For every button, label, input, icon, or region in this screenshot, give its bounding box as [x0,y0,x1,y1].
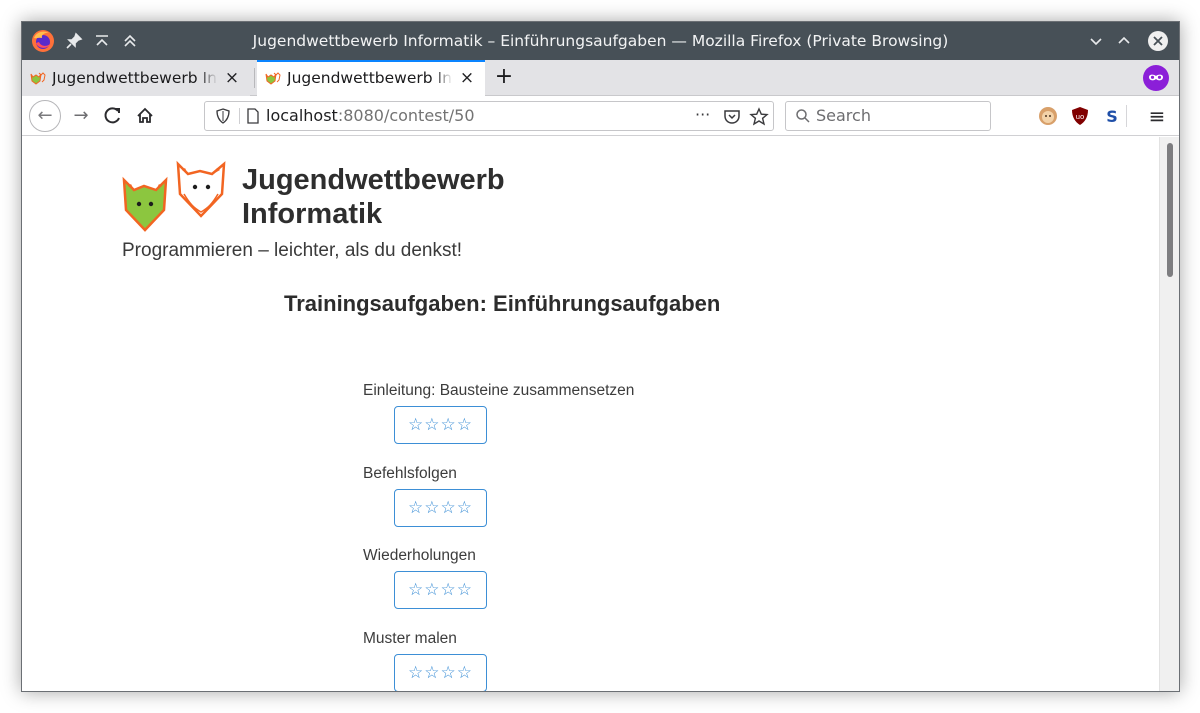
tab-label: Jugendwettbewerb Informatik [52,69,222,87]
task-stars-button[interactable]: ☆☆☆☆ [394,406,487,444]
tab-jugendwettbewerb-1[interactable]: Jugendwettbewerb Informatik × [22,60,250,96]
task-stars-button[interactable]: ☆☆☆☆ [394,571,487,609]
url-text[interactable]: localhost:8080/contest/50 [266,102,475,130]
maximize-icon[interactable] [1114,31,1134,51]
vertical-scrollbar[interactable] [1159,137,1179,691]
ublock-icon[interactable]: uo [1069,105,1091,127]
search-bar[interactable]: Search [785,101,991,131]
tab-label: Jugendwettbewerb Informatik [287,69,457,87]
task-title: Wiederholungen [363,547,476,564]
fox-favicon-icon [265,72,281,85]
pin-icon[interactable] [64,31,84,51]
tracking-shield-icon[interactable] [215,108,231,124]
task-title: Muster malen [363,630,457,647]
page-icon[interactable] [245,108,261,124]
task-item: Befehlsfolgen ☆☆☆☆ [363,464,487,527]
search-icon [796,109,810,123]
new-tab-button[interactable]: + [492,66,516,90]
title-bar: Jugendwettbewerb Informatik – Einführung… [22,22,1179,60]
svg-text:uo: uo [1076,113,1085,121]
navigation-toolbar: ← → localhost:8080/contest/50 ··· Search… [22,96,1179,136]
tab-separator [254,68,255,88]
browser-window: Jugendwettbewerb Informatik – Einführung… [21,21,1180,692]
task-item: Muster malen ☆☆☆☆ [363,629,487,691]
minimize-icon[interactable] [1086,31,1106,51]
window-title: Jugendwettbewerb Informatik – Einführung… [252,32,949,50]
url-host: localhost [266,106,338,125]
home-icon [137,107,153,123]
keep-above-icon[interactable] [92,31,112,51]
menu-button[interactable]: ≡ [1142,101,1172,131]
site-tagline: Programmieren – leichter, als du denkst! [122,240,463,261]
keep-above-alt-icon[interactable] [120,31,140,51]
home-button[interactable] [130,101,160,131]
tab-close-icon[interactable]: × [457,68,477,88]
bookmark-star-icon[interactable] [749,107,769,127]
tab-jugendwettbewerb-2[interactable]: Jugendwettbewerb Informatik × [257,60,485,97]
task-title: Einleitung: Bausteine zusammensetzen [363,382,635,399]
reload-button[interactable] [98,101,128,131]
back-button[interactable]: ← [29,100,61,132]
scrollbar-thumb[interactable] [1167,143,1173,277]
url-path: :8080/contest/50 [337,106,475,125]
url-separator [239,108,240,124]
task-title: Befehlsfolgen [363,465,457,482]
page-content: Jugendwettbewerb Informatik Programmiere… [22,137,1159,691]
url-bar[interactable]: localhost:8080/contest/50 ··· [204,101,774,131]
monkey-icon[interactable] [1037,105,1059,127]
firefox-icon[interactable] [31,29,55,53]
search-placeholder: Search [816,106,871,125]
page-actions-icon[interactable]: ··· [695,102,710,128]
fox-favicon-icon [30,72,46,85]
svg-text:S: S [1106,107,1118,126]
s-extension-icon[interactable]: S [1101,105,1123,127]
page-heading: Trainingsaufgaben: Einführungsaufgaben [284,291,721,316]
tab-close-icon[interactable]: × [222,68,242,88]
task-item: Wiederholungen ☆☆☆☆ [363,546,487,609]
site-title[interactable]: Jugendwettbewerb Informatik [242,163,562,231]
reload-icon [104,107,120,124]
private-browsing-icon [1143,65,1169,91]
close-icon[interactable] [1147,30,1169,52]
task-item: Einleitung: Bausteine zusammensetzen ☆☆☆… [363,381,635,444]
toolbar-separator [1126,105,1127,127]
task-stars-button[interactable]: ☆☆☆☆ [394,654,487,691]
pocket-icon[interactable] [723,108,741,126]
forward-button[interactable]: → [66,101,96,131]
fox-logo [122,160,226,232]
task-stars-button[interactable]: ☆☆☆☆ [394,489,487,527]
tab-strip: Jugendwettbewerb Informatik × Jugendwett… [22,60,1179,97]
